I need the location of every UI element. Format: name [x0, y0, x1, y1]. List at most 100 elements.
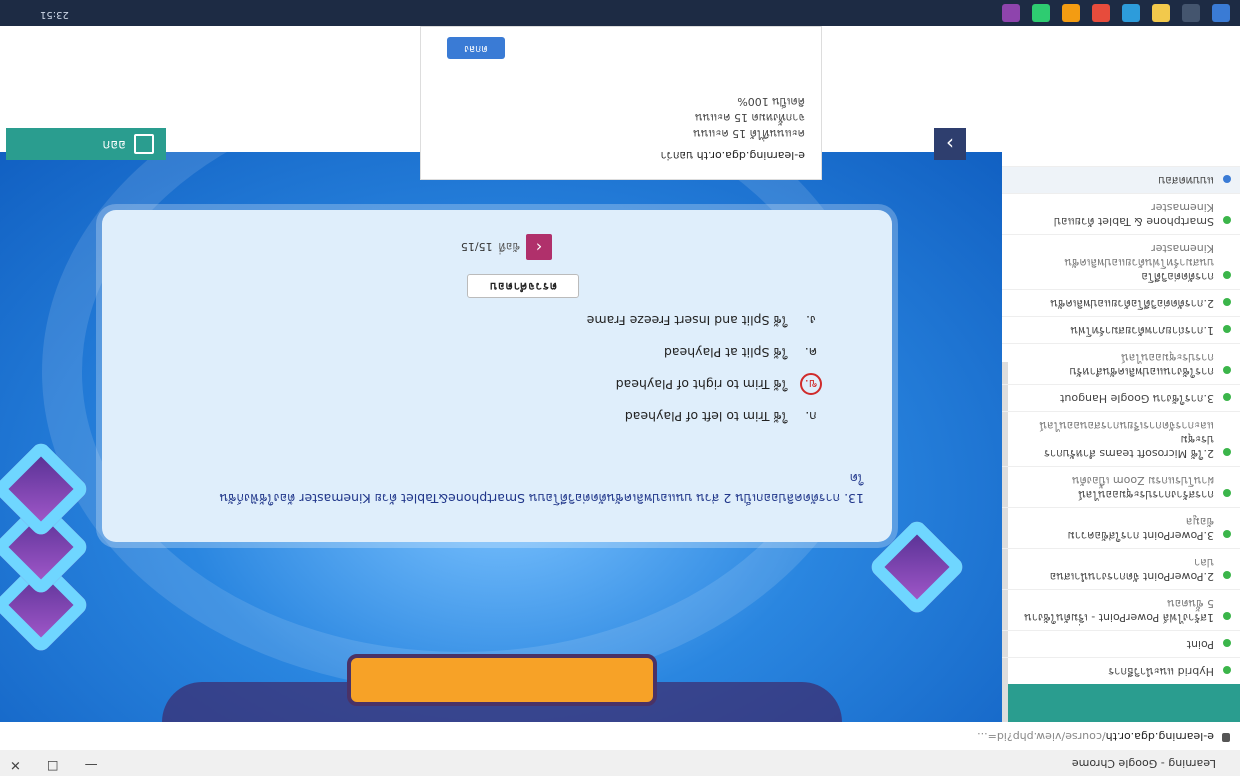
maximize-icon[interactable]: ☐: [47, 757, 59, 772]
sidebar-item-label: การสร้างการประชุมออนไลน์: [1078, 488, 1214, 501]
status-dot-icon: [1223, 571, 1231, 579]
chevron-right-icon: ›: [946, 132, 954, 156]
status-dot-icon: [1223, 666, 1231, 674]
choice-text: ใช้ Split and Insert Freeze Frame: [586, 313, 788, 328]
answer-choice[interactable]: ก. ใช้ Trim to left of Playhead: [587, 400, 822, 432]
status-dot-icon: [1223, 271, 1231, 279]
sidebar-item[interactable]: 3.การใช้งาน Google Hangout: [1002, 384, 1240, 411]
browser-title-bar: Learning - Google Chrome — ☐ ✕: [0, 749, 1240, 776]
sidebar-item-label: แบบทดสอบ: [1158, 174, 1214, 187]
dialog-ok-button[interactable]: ตกลง: [447, 37, 505, 59]
dialog-percent: คิดเป็น 100%: [737, 95, 805, 108]
question-body: 13. การตัดคลิปออกเป็น 2 ส่วน บนแอปพลิเคช…: [219, 491, 864, 506]
window-controls: — ☐ ✕: [10, 757, 98, 772]
choice-text: ใช้ Trim to right of Playhead: [615, 377, 788, 392]
orange-banner: [347, 654, 657, 706]
question-panel: 13. การตัดคลิปออกเป็น 2 ส่วน บนแอปพลิเคช…: [102, 210, 892, 542]
url-text[interactable]: e-learning.dga.or.th/course/view.php?id=…: [977, 730, 1214, 743]
sidebar-item[interactable]: 1สร้างไฟล์ PowerPoint - เริ่มต้นใช้งาน 5 …: [1002, 589, 1240, 630]
address-bar[interactable]: e-learning.dga.or.th/course/view.php?id=…: [0, 721, 1240, 750]
answer-choice[interactable]: ง. ใช้ Split and Insert Freeze Frame: [587, 304, 822, 336]
sidebar-item-sub: Kinemaster: [1151, 201, 1214, 214]
sidebar-item-label: Smartphone & Tablet ด้วยแอป: [1054, 215, 1214, 228]
question-text: 13. การตัดคลิปออกเป็น 2 ส่วน บนแอปพลิเคช…: [124, 468, 864, 508]
status-dot-icon: [1223, 298, 1231, 306]
check-answer-button[interactable]: ตรวจคำตอบ: [467, 274, 579, 298]
url-path: /course/view.php?id=...: [977, 730, 1106, 743]
sidebar-item[interactable]: การสร้างการประชุมออนไลน์ ผ่านโปรแกรม Zoom…: [1002, 466, 1240, 507]
status-dot-icon: [1223, 325, 1231, 333]
counter-label: ข้อที่: [498, 240, 520, 253]
sidebar-item-sub: ปลา: [1194, 556, 1214, 569]
sidebar-item[interactable]: Smartphone & Tablet ด้วยแอป Kinemaster: [1002, 193, 1240, 234]
sidebar-item-label: Hybrid แนะนำวิธีการ: [1108, 665, 1214, 678]
sidebar-header: [1002, 684, 1240, 722]
sidebar-item[interactable]: การตัดต่อวิดีโอ บนสมาร์ทโฟนด้วยแอปพลิเคชั…: [1002, 234, 1240, 289]
screen-root: Learning - Google Chrome — ☐ ✕ e-learnin…: [0, 0, 1240, 776]
sidebar-list: Hybrid แนะนำวิธีการ Point 1สร้างไฟล์ Power…: [1002, 166, 1240, 684]
sidebar-item-label: 3.PowerPoint การใส่ข้อความ: [1067, 529, 1214, 542]
question-tail: ใด: [849, 471, 864, 486]
sidebar-item[interactable]: 2.ใช้ Microsoft teams สำหรับการประชุม และ…: [1002, 411, 1240, 466]
answer-choice[interactable]: ข. ใช้ Trim to right of Playhead: [587, 368, 822, 400]
sidebar-item[interactable]: แบบทดสอบ: [1002, 166, 1240, 193]
sidebar-item-sub: และการจัดการเรียนการสอนออนไลน์: [1039, 419, 1214, 432]
app-icon[interactable]: [1032, 4, 1050, 22]
sidebar-item-sub: 5 ขั้นตอน: [1167, 597, 1214, 610]
chevron-left-icon[interactable]: ‹: [526, 234, 552, 260]
sidebar-item[interactable]: 1.การถ่ายภาพด้วยสมาร์ทโฟน: [1002, 316, 1240, 343]
sidebar-item-label: 2.การตัดต่อวิดีโอด้วยแอปพลิเคชัน: [1050, 297, 1214, 310]
windows-start-icon[interactable]: [1212, 4, 1230, 22]
counter-value: 15/15: [460, 240, 493, 254]
sidebar-item-label: 1สร้างไฟล์ PowerPoint - เริ่มต้นใช้งาน: [1024, 611, 1214, 624]
edge-icon[interactable]: [1122, 4, 1140, 22]
exit-button[interactable]: ออก: [6, 128, 166, 160]
status-dot-icon: [1223, 530, 1231, 538]
status-dot-icon: [1223, 366, 1231, 374]
answer-choice[interactable]: ค. ใช้ Split at Playhead: [587, 336, 822, 368]
choice-text: ใช้ Trim to left of Playhead: [624, 409, 788, 424]
lock-icon: [1222, 733, 1230, 742]
sidebar-item[interactable]: Hybrid แนะนำวิธีการ: [1002, 657, 1240, 684]
app-icon[interactable]: [1002, 4, 1020, 22]
choice-text: ใช้ Split at Playhead: [663, 345, 788, 360]
sidebar-item[interactable]: Point: [1002, 630, 1240, 657]
sidebar-item[interactable]: 2.การตัดต่อวิดีโอด้วยแอปพลิเคชัน: [1002, 289, 1240, 316]
next-button[interactable]: ›: [934, 128, 966, 160]
chrome-icon[interactable]: [1092, 4, 1110, 22]
sidebar-item[interactable]: 2.PowerPoint จัดการงานนำเสนอ ปลา: [1002, 548, 1240, 589]
url-host: e-learning.dga.or.th: [1105, 730, 1214, 743]
sidebar-item-label: การตัดต่อวิดีโอ: [1141, 270, 1214, 283]
choice-letter: ค.: [804, 345, 818, 360]
sidebar-item[interactable]: 3.PowerPoint การใส่ข้อความ ข้อมูล: [1002, 507, 1240, 548]
quiz-background: 13. การตัดคลิปออกเป็น 2 ส่วน บนแอปพลิเคช…: [0, 152, 1002, 722]
status-dot-icon: [1223, 393, 1231, 401]
app-icon[interactable]: [1062, 4, 1080, 22]
sidebar-item-sub: ข้อมูล: [1185, 515, 1214, 528]
taskbar-apps: [1002, 4, 1230, 22]
sidebar-item-sub: การประชุมออนไลน์: [1121, 351, 1214, 364]
course-sidebar: Hybrid แนะนำวิธีการ Point 1สร้างไฟล์ Power…: [1001, 26, 1240, 722]
minimize-icon[interactable]: —: [85, 757, 98, 772]
choice-letter: ก.: [805, 409, 817, 424]
status-dot-icon: [1223, 639, 1231, 647]
status-dot-icon: [1223, 489, 1231, 497]
status-dot-icon: [1223, 175, 1231, 183]
os-taskbar: 23:51: [0, 0, 1240, 26]
taskbar-clock: 23:51: [40, 9, 69, 20]
sidebar-item-label: 1.การถ่ายภาพด้วยสมาร์ทโฟน: [1070, 324, 1214, 337]
file-explorer-icon[interactable]: [1152, 4, 1170, 22]
search-icon[interactable]: [1182, 4, 1200, 22]
lesson-nav: › ออก: [0, 124, 1002, 164]
answer-choices: ก. ใช้ Trim to left of Playhead ข. ใช้ Trim…: [587, 304, 822, 432]
sidebar-item-label: 2.ใช้ Microsoft teams สำหรับการประชุม: [1044, 433, 1214, 460]
sidebar-item[interactable]: การใช้งานแอปพลิเคชันสำหรับ การประชุมออนไล…: [1002, 343, 1240, 384]
exit-icon: [134, 134, 154, 155]
sidebar-item-label: Point: [1186, 638, 1214, 651]
choice-letter: ข.: [800, 373, 822, 395]
close-icon[interactable]: ✕: [10, 757, 21, 772]
choice-letter: ง.: [805, 313, 817, 328]
exit-label: ออก: [102, 137, 127, 152]
sidebar-item-sub: บนสมาร์ทโฟนด้วยแอปพลิเคชัน Kinemaster: [1064, 242, 1214, 269]
sidebar-item-label: การใช้งานแอปพลิเคชันสำหรับ: [1069, 365, 1214, 378]
